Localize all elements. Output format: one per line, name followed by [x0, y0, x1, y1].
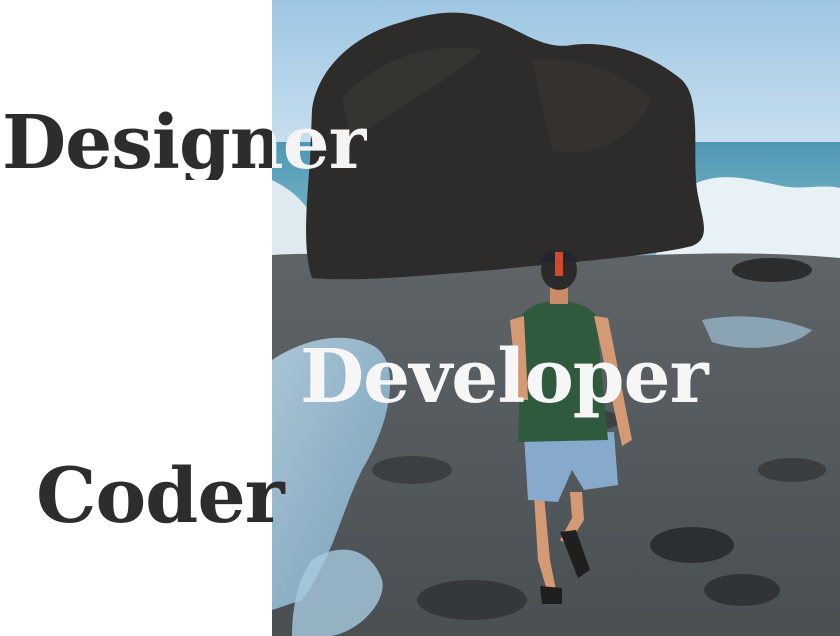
left-white-panel — [0, 0, 272, 636]
rock — [732, 258, 812, 282]
headline-word-designer: Designer — [2, 100, 368, 186]
rock — [372, 456, 452, 484]
rock — [758, 458, 826, 482]
rock — [704, 574, 780, 606]
hero-section: Designer Developer Coder — [0, 0, 840, 636]
beach-photo-illustration — [272, 0, 840, 636]
rock — [650, 527, 734, 563]
hero-photo — [272, 0, 840, 636]
headline-word-coder: Coder — [36, 451, 285, 540]
rock — [417, 580, 527, 620]
headline-word-developer: Developer — [300, 334, 709, 420]
